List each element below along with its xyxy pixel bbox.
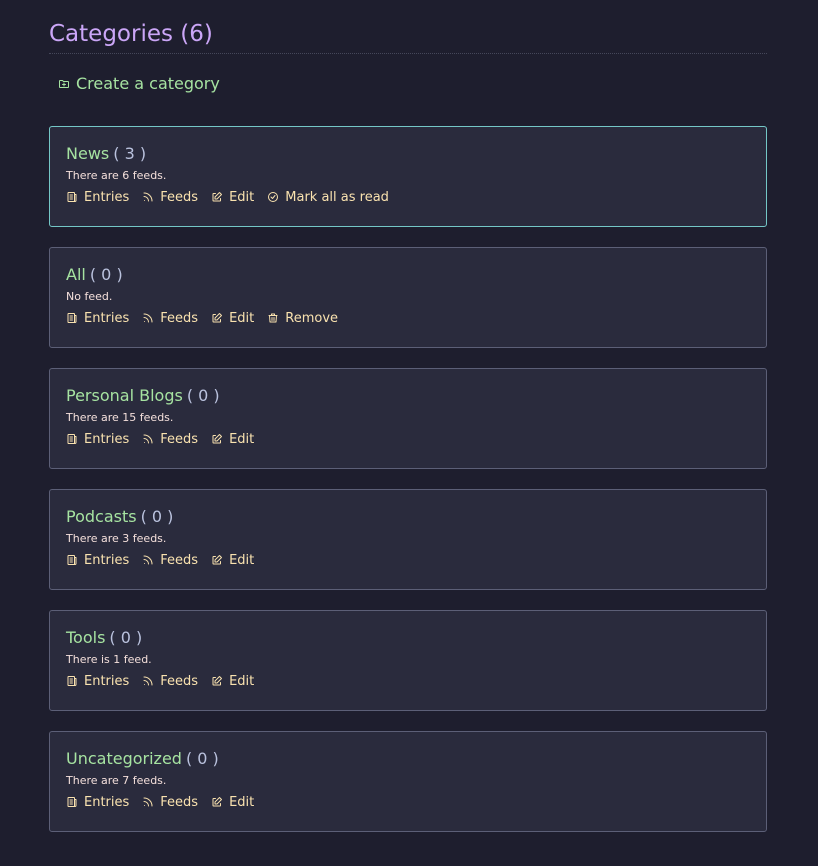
feed-count-info: No feed. (66, 289, 113, 303)
category-count: ( 0 ) (186, 385, 220, 405)
feeds-label: Feeds (160, 431, 199, 447)
remove-label: Remove (285, 310, 339, 326)
rss-icon (142, 675, 154, 687)
category-name-link[interactable]: Uncategorized (66, 749, 182, 768)
category-name-link[interactable]: Tools (66, 628, 105, 647)
category-card-podcasts: Podcasts ( 0 ) There are 3 feeds. Entrie… (49, 488, 767, 590)
feeds-label: Feeds (160, 673, 199, 689)
entries-icon (66, 554, 78, 566)
create-category-link[interactable]: Create a category (58, 74, 220, 93)
edit-icon (211, 796, 223, 808)
feeds-link[interactable]: Feeds (142, 674, 198, 689)
trash-icon (267, 312, 279, 324)
remove-button[interactable]: Remove (267, 311, 338, 326)
entries-label: Entries (84, 431, 130, 447)
entries-link[interactable]: Entries (66, 795, 129, 810)
category-count: ( 0 ) (89, 264, 123, 284)
feeds-link[interactable]: Feeds (142, 311, 198, 326)
feed-count-info: There are 15 feeds. (66, 410, 174, 424)
edit-link[interactable]: Edit (211, 311, 254, 326)
feeds-label: Feeds (160, 794, 199, 810)
rss-icon (142, 554, 154, 566)
category-actions: Entries Feeds Edit (66, 674, 750, 689)
feeds-label: Feeds (160, 552, 199, 568)
feeds-label: Feeds (160, 189, 199, 205)
category-card-news: News ( 3 ) There are 6 feeds. Entries Fe… (49, 125, 767, 227)
category-name-link[interactable]: Podcasts (66, 507, 137, 526)
feeds-label: Feeds (160, 310, 199, 326)
feeds-link[interactable]: Feeds (142, 190, 198, 205)
category-actions: Entries Feeds Edit Remove (66, 311, 750, 326)
edit-link[interactable]: Edit (211, 432, 254, 447)
entries-link[interactable]: Entries (66, 190, 129, 205)
entries-link[interactable]: Entries (66, 432, 129, 447)
edit-label: Edit (229, 794, 255, 810)
folder-plus-icon (58, 78, 70, 90)
entries-label: Entries (84, 673, 130, 689)
create-category-label: Create a category (76, 74, 220, 93)
category-count: ( 0 ) (109, 627, 143, 647)
entries-link[interactable]: Entries (66, 674, 129, 689)
mark-all-read-button[interactable]: Mark all as read (267, 190, 389, 205)
edit-label: Edit (229, 673, 255, 689)
entries-label: Entries (84, 552, 130, 568)
entries-icon (66, 312, 78, 324)
edit-label: Edit (229, 431, 255, 447)
category-name-link[interactable]: All (66, 265, 86, 284)
categories-page: Categories (6) Create a category News ( … (49, 18, 767, 852)
category-actions: Entries Feeds Edit (66, 795, 750, 810)
category-card-personal-blogs: Personal Blogs ( 0 ) There are 15 feeds.… (49, 367, 767, 469)
feeds-link[interactable]: Feeds (142, 553, 198, 568)
feeds-link[interactable]: Feeds (142, 795, 198, 810)
feed-count-info: There are 7 feeds. (66, 773, 167, 787)
entries-icon (66, 796, 78, 808)
category-card-uncategorized: Uncategorized ( 0 ) There are 7 feeds. E… (49, 730, 767, 832)
category-list: News ( 3 ) There are 6 feeds. Entries Fe… (49, 125, 767, 832)
entries-label: Entries (84, 310, 130, 326)
category-actions: Entries Feeds Edit (66, 432, 750, 447)
page-header: Categories (6) (49, 18, 767, 54)
edit-link[interactable]: Edit (211, 674, 254, 689)
feeds-link[interactable]: Feeds (142, 432, 198, 447)
edit-icon (211, 554, 223, 566)
entries-label: Entries (84, 189, 130, 205)
edit-link[interactable]: Edit (211, 795, 254, 810)
check-circle-icon (267, 191, 279, 203)
entries-link[interactable]: Entries (66, 311, 129, 326)
entries-icon (66, 675, 78, 687)
edit-icon (211, 675, 223, 687)
edit-link[interactable]: Edit (211, 553, 254, 568)
entries-icon (66, 191, 78, 203)
edit-icon (211, 433, 223, 445)
edit-link[interactable]: Edit (211, 190, 254, 205)
rss-icon (142, 191, 154, 203)
category-card-tools: Tools ( 0 ) There is 1 feed. Entries Fee… (49, 609, 767, 711)
mark-all-read-label: Mark all as read (285, 189, 389, 205)
category-name-link[interactable]: News (66, 144, 109, 163)
category-count: ( 0 ) (185, 748, 219, 768)
edit-icon (211, 191, 223, 203)
category-card-all: All ( 0 ) No feed. Entries Feeds Edit Re… (49, 246, 767, 348)
edit-icon (211, 312, 223, 324)
edit-label: Edit (229, 189, 255, 205)
category-actions: Entries Feeds Edit (66, 553, 750, 568)
category-count: ( 3 ) (113, 143, 147, 163)
entries-icon (66, 433, 78, 445)
rss-icon (142, 796, 154, 808)
rss-icon (142, 312, 154, 324)
category-actions: Entries Feeds Edit Mark all as read (66, 190, 750, 205)
feed-count-info: There are 3 feeds. (66, 531, 167, 545)
edit-label: Edit (229, 310, 255, 326)
category-count: ( 0 ) (140, 506, 174, 526)
category-name-link[interactable]: Personal Blogs (66, 386, 183, 405)
entries-label: Entries (84, 794, 130, 810)
feed-count-info: There is 1 feed. (66, 652, 152, 666)
edit-label: Edit (229, 552, 255, 568)
page-title: Categories (6) (49, 21, 213, 47)
rss-icon (142, 433, 154, 445)
feed-count-info: There are 6 feeds. (66, 168, 167, 182)
entries-link[interactable]: Entries (66, 553, 129, 568)
